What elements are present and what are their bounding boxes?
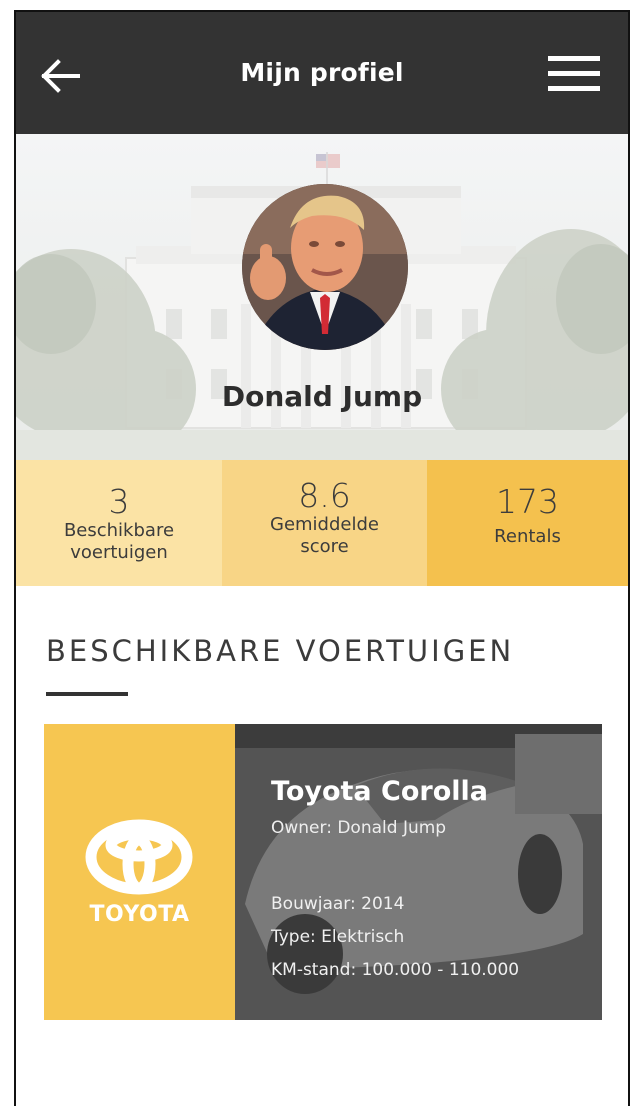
stat-label: Gemiddelde bbox=[270, 514, 379, 535]
profile-name: Donald Jump bbox=[221, 380, 423, 413]
section-underline bbox=[46, 692, 128, 696]
stat-label: Beschikbare bbox=[63, 520, 175, 541]
brand-name: TOYOTA bbox=[89, 902, 190, 927]
phone-frame: Mijn profiel Donald Jump 3 Beschikbare v… bbox=[14, 10, 630, 1106]
vehicle-photo: Toyota Corolla Owner: Donald Jump Bouwja… bbox=[235, 724, 602, 1020]
vehicle-mileage: KM-stand: 100.000 - 110.000 bbox=[271, 960, 520, 980]
vehicle-type: Type: Elektrisch bbox=[271, 927, 405, 947]
stat-label: Rentals bbox=[494, 526, 561, 547]
stat-label: score bbox=[300, 536, 349, 557]
stats-row: 3 Beschikbare voertuigen 8.6 Gemiddelde … bbox=[16, 460, 628, 586]
stat-available-vehicles[interactable]: 3 Beschikbare voertuigen bbox=[16, 460, 222, 586]
hamburger-menu-icon[interactable] bbox=[548, 54, 600, 94]
page-title: Mijn profiel bbox=[240, 58, 404, 87]
toyota-logo-icon bbox=[85, 819, 193, 895]
avatar bbox=[242, 184, 408, 350]
section-title: BESCHIKBARE VOERTUIGEN bbox=[46, 634, 515, 668]
profile-photo bbox=[242, 184, 408, 350]
top-bar: Mijn profiel bbox=[16, 12, 628, 134]
vehicle-card[interactable]: TOYOTA Toyota Corolla Owner: Donald Jump… bbox=[44, 724, 602, 1020]
vehicle-owner: Owner: Donald Jump bbox=[271, 818, 447, 838]
profile-hero: Donald Jump bbox=[16, 134, 628, 460]
stat-value: 3 bbox=[108, 482, 130, 521]
vehicle-name: Toyota Corolla bbox=[271, 776, 489, 807]
stat-average-score[interactable]: 8.6 Gemiddelde score bbox=[222, 460, 427, 586]
stat-rentals[interactable]: 173 Rentals bbox=[427, 460, 628, 586]
stat-value: 173 bbox=[496, 482, 559, 521]
stat-label: voertuigen bbox=[70, 542, 168, 563]
brand-logo-panel: TOYOTA bbox=[44, 724, 235, 1020]
vehicle-year: Bouwjaar: 2014 bbox=[271, 894, 405, 914]
stat-value: 8.6 bbox=[298, 476, 351, 515]
